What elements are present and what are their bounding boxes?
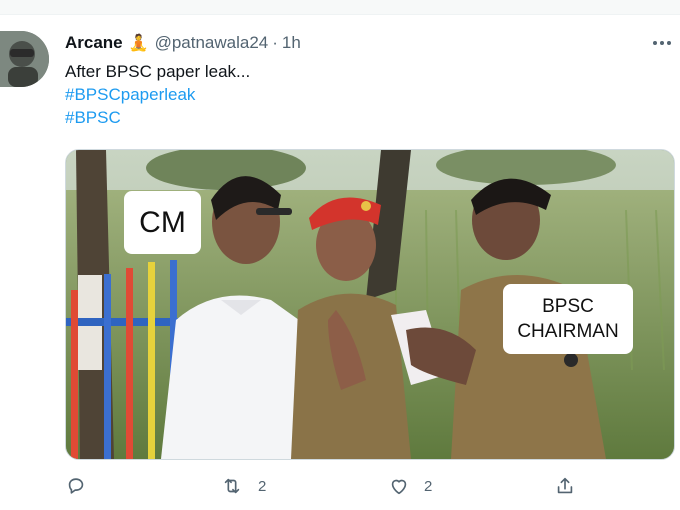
meme-label-chairman: BPSC CHAIRMAN: [503, 284, 633, 354]
heart-icon: [391, 479, 407, 495]
profile-emoji-badge: 🧘: [128, 35, 149, 52]
tweet-media-image[interactable]: CM BPSC CHAIRMAN: [65, 149, 675, 460]
separator-dot: ·: [272, 33, 278, 52]
top-divider: [0, 0, 680, 15]
hashtag-link[interactable]: #BPSCpaperleak: [65, 83, 250, 106]
avatar[interactable]: [0, 31, 49, 87]
like-count: 2: [424, 477, 433, 495]
retweet-button[interactable]: 2: [220, 474, 266, 498]
hashtag-link[interactable]: #BPSC: [65, 106, 250, 129]
tweet-body-line: After BPSC paper leak...: [65, 62, 251, 81]
like-button[interactable]: 2: [388, 474, 432, 498]
retweet-icon: [224, 478, 240, 494]
share-icon: [557, 477, 573, 494]
display-name[interactable]: Arcane: [65, 33, 123, 53]
share-button[interactable]: [554, 474, 576, 498]
retweet-count: 2: [258, 477, 267, 495]
timestamp[interactable]: 1h: [282, 33, 301, 53]
tweet-actions: 2 2: [65, 474, 665, 498]
reply-button[interactable]: [65, 474, 87, 498]
more-options-icon[interactable]: [650, 33, 674, 53]
tweet-text: After BPSC paper leak... #BPSCpaperleak …: [65, 60, 250, 129]
meme-label-cm: CM: [124, 191, 201, 254]
user-handle[interactable]: @patnawala24: [155, 33, 269, 53]
tweet-header: Arcane 🧘 @patnawala24 · 1h: [65, 32, 301, 54]
reply-icon: [68, 478, 84, 494]
meme-label-line: CHAIRMAN: [517, 321, 619, 342]
meme-label-line: BPSC: [542, 296, 594, 317]
